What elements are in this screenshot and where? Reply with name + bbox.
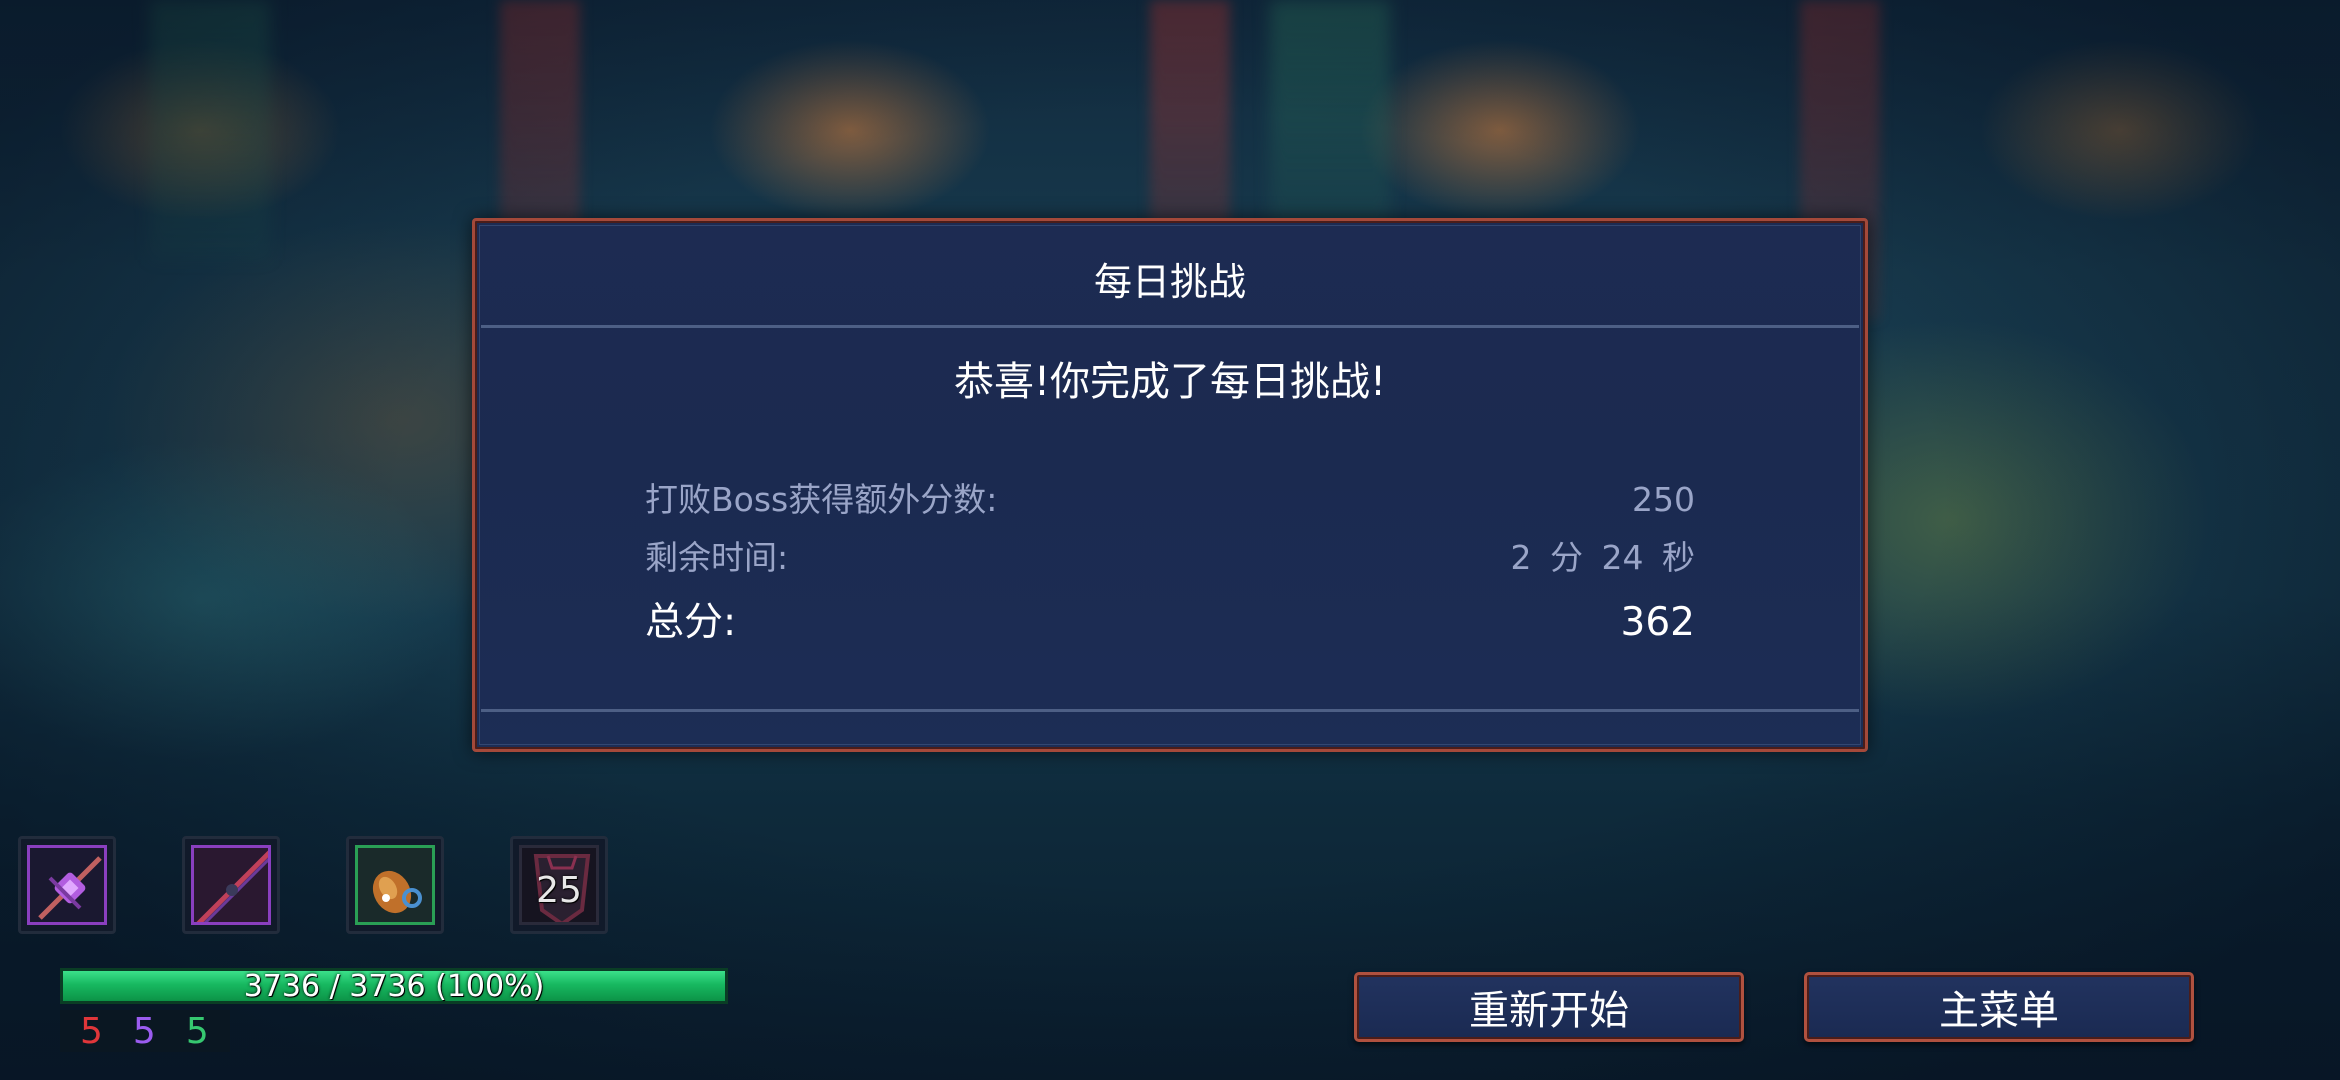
total-score-row: 总分: 362 xyxy=(645,591,1695,647)
amulet-count: 25 xyxy=(536,870,582,911)
health-text: 3736 / 3736 (100%) xyxy=(243,969,545,1004)
total-score-value: 362 xyxy=(1620,600,1695,645)
survival-stat: 5 xyxy=(185,1010,209,1052)
divider xyxy=(481,325,1859,328)
main-menu-button[interactable]: 主菜单 xyxy=(1804,972,2194,1042)
dialog-title: 每日挑战 xyxy=(1093,260,1246,304)
divider xyxy=(481,709,1859,712)
boss-bonus-value: 250 xyxy=(1632,480,1695,519)
crossbow-weapon-icon xyxy=(38,856,102,920)
grenade-skill-icon xyxy=(372,870,422,914)
weapon-slot-2[interactable] xyxy=(182,836,280,934)
total-score-label: 总分: xyxy=(645,600,737,645)
boss-bonus-label: 打败Boss获得额外分数: xyxy=(645,480,998,519)
time-left-value: 2 分 24 秒 xyxy=(1510,538,1695,577)
game-screen: 每日挑战 恭喜!你完成了每日挑战! 打败Boss获得额外分数: 250 剩余时间… xyxy=(0,0,2340,1080)
tactics-stat: 5 xyxy=(132,1010,156,1052)
amulet-slot[interactable]: 25 xyxy=(510,836,608,934)
brutality-stat: 5 xyxy=(80,1010,103,1052)
restart-button[interactable]: 重新开始 xyxy=(1354,972,1744,1042)
boss-bonus-row: 打败Boss获得额外分数: 250 xyxy=(645,473,1695,521)
stats-panel: 5 5 5 xyxy=(60,1010,230,1052)
skill-slot-1[interactable] xyxy=(346,836,444,934)
dark-blade-weapon-icon xyxy=(194,848,268,922)
daily-challenge-dialog: 每日挑战 恭喜!你完成了每日挑战! 打败Boss获得额外分数: 250 剩余时间… xyxy=(472,218,1868,752)
health-bar: 3736 / 3736 (100%) xyxy=(60,968,728,1004)
time-left-label: 剩余时间: xyxy=(645,538,789,577)
completion-message: 恭喜!你完成了每日挑战! xyxy=(953,359,1387,405)
weapon-slot-1[interactable] xyxy=(18,836,116,934)
time-left-row: 剩余时间: 2 分 24 秒 xyxy=(645,531,1695,579)
